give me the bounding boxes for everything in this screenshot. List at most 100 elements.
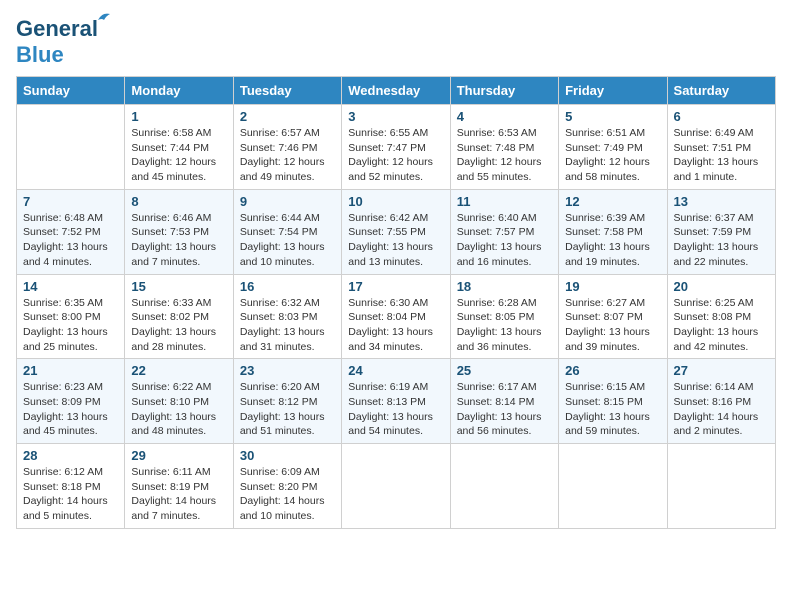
calendar-cell: 9 Sunrise: 6:44 AM Sunset: 7:54 PM Daylig… <box>233 189 341 274</box>
calendar-cell: 12 Sunrise: 6:39 AM Sunset: 7:58 PM Dayli… <box>559 189 667 274</box>
day-number: 11 <box>457 194 552 209</box>
cell-content: Sunrise: 6:30 AM Sunset: 8:04 PM Dayligh… <box>348 296 443 355</box>
calendar-cell: 25 Sunrise: 6:17 AM Sunset: 8:14 PM Dayli… <box>450 359 558 444</box>
calendar-table: SundayMondayTuesdayWednesdayThursdayFrid… <box>16 76 776 529</box>
calendar-cell <box>450 444 558 529</box>
cell-content: Sunrise: 6:58 AM Sunset: 7:44 PM Dayligh… <box>131 126 226 185</box>
day-number: 15 <box>131 279 226 294</box>
day-number: 12 <box>565 194 660 209</box>
day-header-monday: Monday <box>125 77 233 105</box>
cell-content: Sunrise: 6:57 AM Sunset: 7:46 PM Dayligh… <box>240 126 335 185</box>
cell-content: Sunrise: 6:55 AM Sunset: 7:47 PM Dayligh… <box>348 126 443 185</box>
cell-content: Sunrise: 6:15 AM Sunset: 8:15 PM Dayligh… <box>565 380 660 439</box>
calendar-cell: 27 Sunrise: 6:14 AM Sunset: 8:16 PM Dayli… <box>667 359 775 444</box>
calendar-cell <box>667 444 775 529</box>
calendar-cell <box>559 444 667 529</box>
day-number: 19 <box>565 279 660 294</box>
calendar-cell: 11 Sunrise: 6:40 AM Sunset: 7:57 PM Dayli… <box>450 189 558 274</box>
day-number: 2 <box>240 109 335 124</box>
day-number: 14 <box>23 279 118 294</box>
calendar-cell: 1 Sunrise: 6:58 AM Sunset: 7:44 PM Daylig… <box>125 105 233 190</box>
cell-content: Sunrise: 6:33 AM Sunset: 8:02 PM Dayligh… <box>131 296 226 355</box>
week-row-3: 14 Sunrise: 6:35 AM Sunset: 8:00 PM Dayli… <box>17 274 776 359</box>
cell-content: Sunrise: 6:14 AM Sunset: 8:16 PM Dayligh… <box>674 380 769 439</box>
day-number: 27 <box>674 363 769 378</box>
cell-content: Sunrise: 6:09 AM Sunset: 8:20 PM Dayligh… <box>240 465 335 524</box>
calendar-cell: 14 Sunrise: 6:35 AM Sunset: 8:00 PM Dayli… <box>17 274 125 359</box>
header: General Blue <box>16 16 776 68</box>
calendar-cell: 2 Sunrise: 6:57 AM Sunset: 7:46 PM Daylig… <box>233 105 341 190</box>
calendar-cell: 29Sunrise: 6:11 AM Sunset: 8:19 PM Dayli… <box>125 444 233 529</box>
cell-content: Sunrise: 6:19 AM Sunset: 8:13 PM Dayligh… <box>348 380 443 439</box>
calendar-cell: 4Sunrise: 6:53 AM Sunset: 7:48 PM Daylig… <box>450 105 558 190</box>
day-number: 22 <box>131 363 226 378</box>
day-header-tuesday: Tuesday <box>233 77 341 105</box>
day-number: 25 <box>457 363 552 378</box>
bird-icon <box>96 10 112 26</box>
day-number: 8 <box>131 194 226 209</box>
week-row-2: 7 Sunrise: 6:48 AM Sunset: 7:52 PM Daylig… <box>17 189 776 274</box>
cell-content: Sunrise: 6:11 AM Sunset: 8:19 PM Dayligh… <box>131 465 226 524</box>
calendar-cell: 23 Sunrise: 6:20 AM Sunset: 8:12 PM Dayli… <box>233 359 341 444</box>
day-header-sunday: Sunday <box>17 77 125 105</box>
day-number: 26 <box>565 363 660 378</box>
cell-content: Sunrise: 6:48 AM Sunset: 7:52 PM Dayligh… <box>23 211 118 270</box>
cell-content: Sunrise: 6:20 AM Sunset: 8:12 PM Dayligh… <box>240 380 335 439</box>
day-number: 17 <box>348 279 443 294</box>
calendar-cell <box>17 105 125 190</box>
day-header-thursday: Thursday <box>450 77 558 105</box>
cell-content: Sunrise: 6:27 AM Sunset: 8:07 PM Dayligh… <box>565 296 660 355</box>
day-number: 6 <box>674 109 769 124</box>
week-row-4: 21 Sunrise: 6:23 AM Sunset: 8:09 PM Dayli… <box>17 359 776 444</box>
calendar-cell: 13 Sunrise: 6:37 AM Sunset: 7:59 PM Dayli… <box>667 189 775 274</box>
cell-content: Sunrise: 6:49 AM Sunset: 7:51 PM Dayligh… <box>674 126 769 185</box>
cell-content: Sunrise: 6:23 AM Sunset: 8:09 PM Dayligh… <box>23 380 118 439</box>
calendar-cell: 30 Sunrise: 6:09 AM Sunset: 8:20 PM Dayli… <box>233 444 341 529</box>
cell-content: Sunrise: 6:37 AM Sunset: 7:59 PM Dayligh… <box>674 211 769 270</box>
calendar-cell: 24 Sunrise: 6:19 AM Sunset: 8:13 PM Dayli… <box>342 359 450 444</box>
day-number: 21 <box>23 363 118 378</box>
day-number: 23 <box>240 363 335 378</box>
logo: General Blue <box>16 16 98 68</box>
cell-content: Sunrise: 6:39 AM Sunset: 7:58 PM Dayligh… <box>565 211 660 270</box>
calendar-cell: 28Sunrise: 6:12 AM Sunset: 8:18 PM Dayli… <box>17 444 125 529</box>
calendar-cell <box>342 444 450 529</box>
week-row-1: 1 Sunrise: 6:58 AM Sunset: 7:44 PM Daylig… <box>17 105 776 190</box>
cell-content: Sunrise: 6:22 AM Sunset: 8:10 PM Dayligh… <box>131 380 226 439</box>
day-number: 13 <box>674 194 769 209</box>
calendar-cell: 7 Sunrise: 6:48 AM Sunset: 7:52 PM Daylig… <box>17 189 125 274</box>
day-header-friday: Friday <box>559 77 667 105</box>
day-number: 9 <box>240 194 335 209</box>
calendar-cell: 18 Sunrise: 6:28 AM Sunset: 8:05 PM Dayli… <box>450 274 558 359</box>
cell-content: Sunrise: 6:51 AM Sunset: 7:49 PM Dayligh… <box>565 126 660 185</box>
calendar-cell: 5 Sunrise: 6:51 AM Sunset: 7:49 PM Daylig… <box>559 105 667 190</box>
cell-content: Sunrise: 6:32 AM Sunset: 8:03 PM Dayligh… <box>240 296 335 355</box>
day-number: 24 <box>348 363 443 378</box>
calendar-cell: 26 Sunrise: 6:15 AM Sunset: 8:15 PM Dayli… <box>559 359 667 444</box>
calendar-cell: 19 Sunrise: 6:27 AM Sunset: 8:07 PM Dayli… <box>559 274 667 359</box>
day-number: 5 <box>565 109 660 124</box>
day-header-saturday: Saturday <box>667 77 775 105</box>
cell-content: Sunrise: 6:28 AM Sunset: 8:05 PM Dayligh… <box>457 296 552 355</box>
cell-content: Sunrise: 6:40 AM Sunset: 7:57 PM Dayligh… <box>457 211 552 270</box>
calendar-cell: 16 Sunrise: 6:32 AM Sunset: 8:03 PM Dayli… <box>233 274 341 359</box>
day-number: 1 <box>131 109 226 124</box>
day-number: 16 <box>240 279 335 294</box>
cell-content: Sunrise: 6:46 AM Sunset: 7:53 PM Dayligh… <box>131 211 226 270</box>
cell-content: Sunrise: 6:17 AM Sunset: 8:14 PM Dayligh… <box>457 380 552 439</box>
calendar-cell: 21 Sunrise: 6:23 AM Sunset: 8:09 PM Dayli… <box>17 359 125 444</box>
calendar-cell: 3Sunrise: 6:55 AM Sunset: 7:47 PM Daylig… <box>342 105 450 190</box>
day-number: 7 <box>23 194 118 209</box>
day-number: 10 <box>348 194 443 209</box>
cell-content: Sunrise: 6:44 AM Sunset: 7:54 PM Dayligh… <box>240 211 335 270</box>
calendar-cell: 20Sunrise: 6:25 AM Sunset: 8:08 PM Dayli… <box>667 274 775 359</box>
day-number: 4 <box>457 109 552 124</box>
day-number: 20 <box>674 279 769 294</box>
calendar-cell: 10Sunrise: 6:42 AM Sunset: 7:55 PM Dayli… <box>342 189 450 274</box>
day-number: 30 <box>240 448 335 463</box>
calendar-cell: 8 Sunrise: 6:46 AM Sunset: 7:53 PM Daylig… <box>125 189 233 274</box>
cell-content: Sunrise: 6:35 AM Sunset: 8:00 PM Dayligh… <box>23 296 118 355</box>
day-number: 28 <box>23 448 118 463</box>
day-number: 18 <box>457 279 552 294</box>
calendar-cell: 6 Sunrise: 6:49 AM Sunset: 7:51 PM Daylig… <box>667 105 775 190</box>
